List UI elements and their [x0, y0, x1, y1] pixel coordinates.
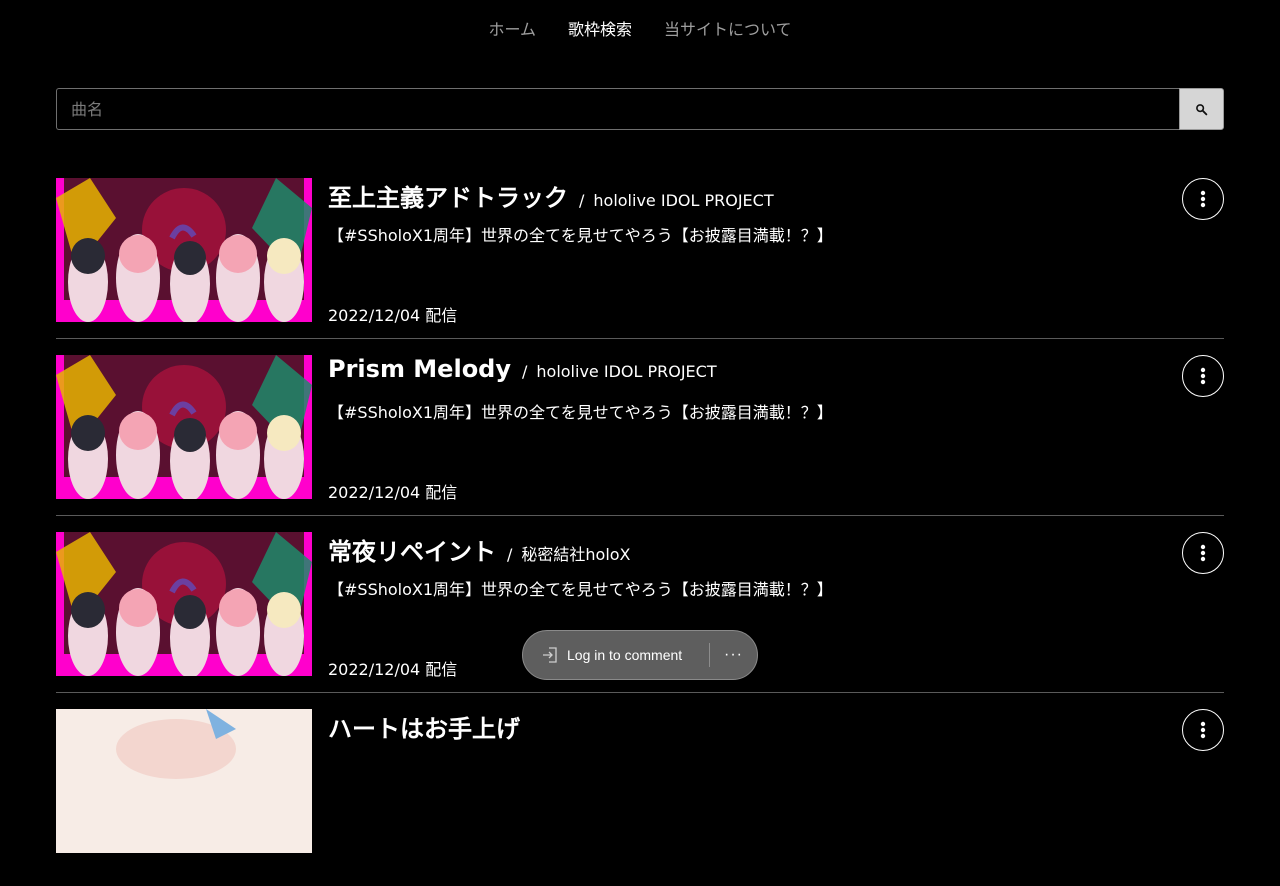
title-separator: / — [522, 362, 528, 381]
login-label: Log in to comment — [567, 647, 683, 663]
song-title[interactable]: 至上主義アドトラック — [328, 178, 568, 213]
stream-thumbnail[interactable] — [56, 532, 312, 676]
stream-date: 2022/12/04 配信 — [328, 483, 458, 502]
song-result-item: 常夜リペイント / 秘密結社holoX 【#SSholoX1周年】世界の全てを見… — [56, 532, 1224, 709]
comment-more-button[interactable]: ··· — [710, 646, 757, 664]
item-menu-button[interactable] — [1182, 355, 1224, 397]
stream-thumbnail[interactable] — [56, 355, 312, 499]
top-nav: ホーム 歌枠検索 当サイトについて — [0, 0, 1280, 56]
stream-title[interactable]: 【#SSholoX1周年】世界の全てを見せてやろう【お披露目満載！？】 — [328, 399, 833, 423]
song-artist: hololive IDOL PROJECT — [536, 362, 717, 381]
login-icon — [543, 647, 557, 663]
song-artist: hololive IDOL PROJECT — [593, 191, 774, 210]
song-info: 至上主義アドトラック / hololive IDOL PROJECT 【#SSh… — [328, 178, 1168, 325]
stream-title[interactable]: 【#SSholoX1周年】世界の全てを見せてやろう【お披露目満載！？】 — [328, 576, 833, 600]
nav-about[interactable]: 当サイトについて — [664, 16, 792, 40]
more-vert-icon — [1200, 367, 1206, 385]
stream-title[interactable]: 【#SSholoX1周年】世界の全てを見せてやろう【お披露目満載！？】 — [328, 222, 833, 246]
search-button[interactable] — [1179, 88, 1224, 130]
song-title[interactable]: 常夜リペイント — [328, 532, 496, 567]
song-result-item: 至上主義アドトラック / hololive IDOL PROJECT 【#SSh… — [56, 178, 1224, 355]
song-search-input[interactable] — [56, 88, 1179, 130]
song-result-item: Prism Melody / hololive IDOL PROJECT 【#S… — [56, 355, 1224, 532]
divider — [56, 338, 1224, 339]
title-separator: / — [579, 191, 585, 210]
song-info: Prism Melody / hololive IDOL PROJECT 【#S… — [328, 355, 1168, 502]
divider — [56, 692, 1224, 693]
more-vert-icon — [1200, 544, 1206, 562]
stream-thumbnail[interactable] — [56, 709, 312, 853]
song-search-bar — [56, 88, 1224, 130]
search-icon — [1196, 103, 1208, 115]
item-menu-button[interactable] — [1182, 178, 1224, 220]
song-artist: 秘密結社holoX — [521, 545, 631, 564]
item-menu-button[interactable] — [1182, 709, 1224, 751]
divider — [56, 515, 1224, 516]
song-info: ハートはお手上げ — [328, 709, 1168, 853]
item-menu-button[interactable] — [1182, 532, 1224, 574]
song-result-list: 至上主義アドトラック / hololive IDOL PROJECT 【#SSh… — [56, 178, 1224, 886]
song-result-item: ハートはお手上げ — [56, 709, 1224, 886]
stream-date: 2022/12/04 配信 — [328, 660, 458, 679]
song-title[interactable]: Prism Melody — [328, 355, 511, 383]
more-vert-icon — [1200, 190, 1206, 208]
title-separator: / — [507, 545, 513, 564]
stream-date: 2022/12/04 配信 — [328, 306, 458, 325]
stream-thumbnail[interactable] — [56, 178, 312, 322]
more-vert-icon — [1200, 721, 1206, 739]
comment-bar: Log in to comment ··· — [522, 630, 758, 680]
nav-home[interactable]: ホーム — [488, 16, 536, 40]
song-title[interactable]: ハートはお手上げ — [328, 709, 520, 744]
nav-song-search[interactable]: 歌枠検索 — [568, 16, 632, 40]
login-to-comment-button[interactable]: Log in to comment — [523, 631, 709, 679]
